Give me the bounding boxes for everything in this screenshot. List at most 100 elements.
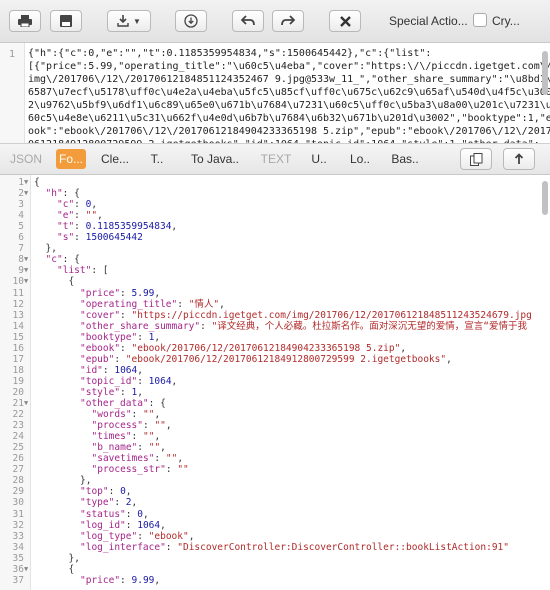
save-button[interactable] <box>50 10 82 32</box>
line-code: "cover": "https://piccdn.igetget.com/img… <box>80 310 532 321</box>
json-punct: : <box>137 331 149 343</box>
line-code: "id": 1064, <box>80 365 143 376</box>
json-punct: : <box>165 464 178 476</box>
line-code: "price": 9.99, <box>80 575 160 586</box>
line-number: 29 <box>12 486 24 498</box>
json-string: "https://piccdn.igetget.com/img/201706/1… <box>131 309 532 321</box>
special-actions-menu[interactable]: Special Actio... <box>389 14 468 28</box>
line-number: 1 <box>18 177 24 188</box>
json-string: "" <box>85 210 98 222</box>
circle-download-icon <box>184 14 198 28</box>
json-punct: , <box>171 375 178 387</box>
line-number: 37 <box>12 574 24 586</box>
fold-toggle-icon[interactable]: ▼ <box>24 254 28 265</box>
json-string: "ebook/201706/12/20170612184912800729599… <box>125 353 447 365</box>
json-line: 3 "c": 0, <box>0 199 540 210</box>
fold-toggle-icon[interactable]: ▼ <box>24 188 28 199</box>
json-punct: : <box>137 375 149 387</box>
line-code: "times": "", <box>92 431 161 442</box>
tree-scrollbar[interactable] <box>542 181 548 215</box>
undo-button[interactable] <box>232 10 264 32</box>
json-key: "process" <box>91 420 143 432</box>
json-punct: { <box>68 276 75 288</box>
line-number: 12 <box>12 298 24 310</box>
fold-toggle-icon[interactable]: ▼ <box>24 177 28 188</box>
json-line: 16 "ebook": "ebook/201706/12/201706121849… <box>0 343 540 354</box>
json-key: "price" <box>80 574 121 586</box>
raw-line-number: 1 <box>9 49 16 60</box>
clear-button[interactable] <box>329 10 361 32</box>
tab-t[interactable]: T.. <box>144 149 170 169</box>
json-key: "other_data" <box>80 398 149 409</box>
line-code: "s": 1500645442 <box>57 232 143 243</box>
json-number: 9.99 <box>131 574 155 586</box>
formatted-json-output[interactable]: 1 ▼{2 ▼ "h": {3 "c": 0, 4 "e": "", 5 "t": 0.1185… <box>0 175 550 590</box>
tab-clean[interactable]: Cle... <box>96 149 134 169</box>
json-punct: : <box>137 442 149 454</box>
fold-toggle-icon[interactable]: ▼ <box>24 564 28 575</box>
json-punct: : { <box>148 398 166 409</box>
import-button[interactable] <box>175 10 207 32</box>
fold-toggle-icon[interactable]: ▼ <box>24 398 28 409</box>
line-code: { <box>69 276 75 287</box>
line-number: 33 <box>12 530 24 542</box>
json-key: "s" <box>57 232 75 244</box>
json-punct: : <box>177 298 189 310</box>
json-punct: , <box>188 530 195 542</box>
json-line: 34 "log_interface": "DiscoverController:D… <box>0 542 540 553</box>
raw-json-text[interactable]: {"h":{"c":0,"e":"","t":0.1185359954834,"… <box>28 47 550 143</box>
print-button[interactable] <box>9 10 41 32</box>
json-key: "c" <box>45 254 63 266</box>
line-number: 2 <box>18 188 24 200</box>
line-number: 7 <box>18 243 24 255</box>
tab-format[interactable]: Fo... <box>56 149 86 169</box>
mode-tabbar: JSON Fo... Cle... T.. To Java.. TEXT U..… <box>0 144 550 175</box>
json-punct: , <box>142 508 149 520</box>
fold-toggle-icon[interactable]: ▼ <box>24 265 28 276</box>
json-punct: , <box>160 519 166 531</box>
json-string: "ebook/201706/12/20170612184904233365198… <box>131 342 401 354</box>
tab-base[interactable]: Bas.. <box>388 149 422 169</box>
tab-u[interactable]: U.. <box>306 149 332 169</box>
line-number: 23 <box>12 420 24 432</box>
tab-to-java[interactable]: To Java.. <box>182 149 248 169</box>
tab-json[interactable]: JSON <box>8 149 44 169</box>
json-punct: , <box>154 574 161 586</box>
line-code: "h": { <box>46 188 80 199</box>
export-dropdown-button[interactable]: ▼ <box>107 10 151 32</box>
copy-checkbox[interactable] <box>473 13 487 27</box>
json-line: 15 "booktype": 1, <box>0 332 540 343</box>
line-number: 15 <box>12 331 24 343</box>
json-punct: , <box>137 364 143 376</box>
line-code: "t": 0.1185359954834, <box>57 221 177 232</box>
json-punct: : <box>120 287 132 299</box>
json-punct: : <box>74 221 86 233</box>
line-code: "savetimes": "", <box>92 453 184 464</box>
tab-lo[interactable]: Lo.. <box>346 149 374 169</box>
line-code: "list": [ <box>57 265 109 276</box>
fold-toggle-icon[interactable]: ▼ <box>24 276 28 287</box>
json-line: 35}, <box>0 553 540 564</box>
json-number: 1500645442 <box>85 232 143 244</box>
json-punct: , <box>154 287 161 299</box>
json-punct: : <box>165 541 178 553</box>
json-key: "e" <box>57 210 75 222</box>
json-line: 8 ▼ "c": { <box>0 254 540 265</box>
raw-json-input[interactable]: 1 {"h":{"c":0,"e":"","t":0.1185359954834… <box>0 43 550 144</box>
json-string: "" <box>177 464 189 476</box>
line-number: 16 <box>12 342 24 354</box>
line-number: 11 <box>12 287 24 299</box>
redo-button[interactable] <box>272 10 304 32</box>
json-line: 36 ▼ { <box>0 564 540 575</box>
json-punct: }, <box>68 552 80 564</box>
collapse-up-button[interactable] <box>503 148 535 170</box>
json-line: 28}, <box>0 475 540 486</box>
json-punct: : <box>120 309 132 321</box>
tab-text[interactable]: TEXT <box>258 149 294 169</box>
json-line: 2 ▼ "h": { <box>0 188 540 199</box>
raw-scrollbar[interactable] <box>542 51 548 95</box>
copy-output-button[interactable] <box>460 148 492 170</box>
line-number: 13 <box>12 309 24 321</box>
json-punct: , <box>154 431 161 443</box>
json-line: 37 "price": 9.99, <box>0 575 540 586</box>
